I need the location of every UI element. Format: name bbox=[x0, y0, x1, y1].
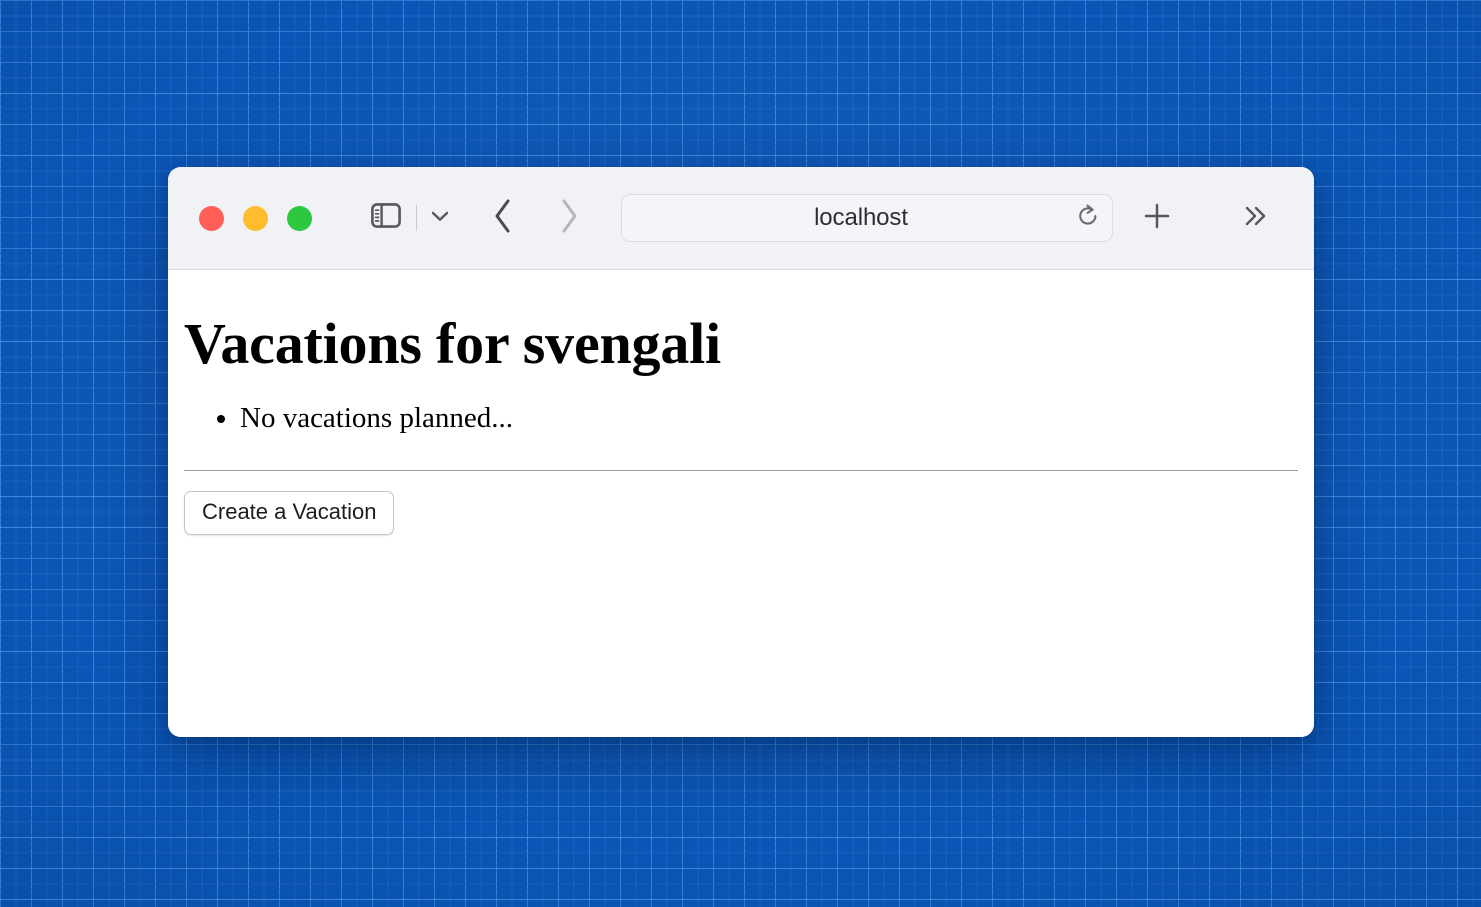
chevron-left-icon bbox=[492, 198, 514, 239]
page-title: Vacations for svengali bbox=[184, 311, 721, 376]
maximize-window-button[interactable] bbox=[287, 205, 312, 231]
reload-button[interactable] bbox=[1068, 198, 1108, 238]
overflow-menu-button[interactable] bbox=[1237, 198, 1273, 238]
sidebar-icon bbox=[371, 203, 401, 233]
browser-toolbar: localhost bbox=[168, 167, 1314, 270]
plus-icon bbox=[1142, 201, 1172, 236]
chevron-down-icon bbox=[430, 209, 450, 228]
list-item: No vacations planned... bbox=[240, 399, 1298, 438]
navigation-buttons bbox=[486, 198, 586, 238]
new-tab-button[interactable] bbox=[1139, 198, 1175, 238]
window-controls bbox=[199, 205, 312, 231]
vacation-list: No vacations planned... bbox=[184, 399, 1298, 438]
sidebar-toggle-button[interactable] bbox=[366, 198, 406, 238]
sidebar-dropdown-button[interactable] bbox=[424, 200, 456, 236]
back-button[interactable] bbox=[486, 198, 520, 238]
address-bar-url-text[interactable]: localhost bbox=[622, 204, 1068, 232]
chevron-right-icon bbox=[558, 198, 580, 239]
minimize-window-button[interactable] bbox=[243, 205, 268, 231]
chevrons-right-icon bbox=[1241, 204, 1269, 233]
forward-button[interactable] bbox=[552, 198, 586, 238]
toolbar-right-buttons bbox=[1139, 198, 1273, 238]
toolbar-divider bbox=[416, 205, 417, 231]
create-vacation-button[interactable]: Create a Vacation bbox=[184, 491, 395, 536]
address-bar[interactable]: localhost bbox=[621, 194, 1113, 242]
content-divider bbox=[184, 470, 1298, 472]
sidebar-controls bbox=[366, 198, 456, 238]
page-content: Vacations for svengali No vacations plan… bbox=[168, 270, 1314, 737]
close-window-button[interactable] bbox=[199, 205, 224, 231]
browser-window: localhost Vacations for svengali • No va… bbox=[168, 167, 1314, 737]
reload-icon bbox=[1075, 203, 1101, 234]
